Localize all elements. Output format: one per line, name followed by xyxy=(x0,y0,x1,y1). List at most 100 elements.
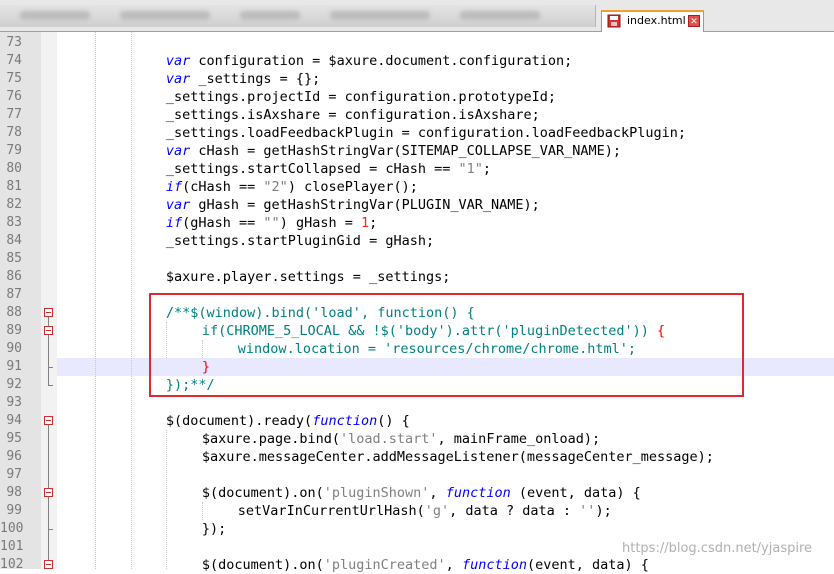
line-number: 85 xyxy=(6,251,22,266)
code-token: , xyxy=(445,557,462,573)
blurred-tabs xyxy=(0,5,596,27)
code-text: $(document).on('pluginShown', function (… xyxy=(202,484,641,502)
code-token: function xyxy=(461,557,527,573)
line-number: 94 xyxy=(6,413,22,428)
code-text: $(document).on('pluginCreated', function… xyxy=(202,556,649,574)
code-token: ; xyxy=(482,161,492,177)
code-line: 74 var configuration = $axure.document.co… xyxy=(0,52,834,70)
code-line: 102 $(document).on('pluginCreated', funct… xyxy=(0,556,834,574)
code-token: function xyxy=(312,413,378,429)
code-token: var xyxy=(165,53,191,69)
line-number: 92 xyxy=(6,377,22,392)
code-text: _settings.isAxshare = configuration.isAx… xyxy=(166,106,540,124)
code-token: _settings.isAxshare = configuration.isAx… xyxy=(165,107,540,123)
code-token: () { xyxy=(377,413,410,429)
code-token: var xyxy=(165,143,191,159)
code-token: cHash = getHashStringVar(SITEMAP_COLLAPS… xyxy=(190,143,622,159)
code-line: 85 xyxy=(0,250,834,268)
code-token: "1" xyxy=(458,161,483,177)
code-token: (gHash == xyxy=(182,215,264,231)
line-number: 102 xyxy=(0,557,24,572)
code-token: ) gHash = xyxy=(279,215,361,231)
code-token: $(document).ready( xyxy=(165,413,313,429)
line-number: 93 xyxy=(6,395,22,410)
code-token: ; xyxy=(369,215,378,231)
code-text: var configuration = $axure.document.conf… xyxy=(166,52,572,70)
tab-index-html[interactable]: index.html ✕ xyxy=(601,10,704,32)
code-token: (event, data) { xyxy=(510,485,641,501)
code-text: setVarInCurrentUrlHash('g', data ? data … xyxy=(238,502,612,520)
code-token: $axure.page.bind( xyxy=(201,431,340,447)
line-number: 84 xyxy=(6,233,22,248)
line-number: 86 xyxy=(6,269,22,284)
code-text: if(cHash == "2") closePlayer(); xyxy=(166,178,418,196)
code-text: $axure.messageCenter.addMessageListener(… xyxy=(202,448,714,466)
code-line: 94 $(document).ready(function() { xyxy=(0,412,834,430)
code-line: 80 _settings.startCollapsed = cHash == "1… xyxy=(0,160,834,178)
code-token: (event, data) { xyxy=(526,557,649,573)
code-token: if xyxy=(165,215,183,231)
code-token: , data ? data : xyxy=(449,503,580,519)
code-token: _settings.startPluginGid = gHash; xyxy=(165,233,435,249)
code-text: _settings.loadFeedbackPlugin = configura… xyxy=(166,124,686,142)
close-tab-icon[interactable]: ✕ xyxy=(688,15,700,27)
code-token: _settings = {}; xyxy=(190,71,321,87)
code-token: ) closePlayer(); xyxy=(287,179,418,195)
code-token: _settings.loadFeedbackPlugin = configura… xyxy=(165,125,687,141)
code-token: , xyxy=(429,485,446,501)
code-text: var _settings = {}; xyxy=(166,70,320,88)
line-number: 96 xyxy=(6,449,22,464)
code-line: 95 $axure.page.bind('load.start', mainFra… xyxy=(0,430,834,448)
code-line: 86 $axure.player.settings = _settings; xyxy=(0,268,834,286)
line-number: 90 xyxy=(6,341,22,356)
code-token: '' xyxy=(579,503,596,519)
code-token: setVarInCurrentUrlHash( xyxy=(237,503,425,519)
code-line: 76 _settings.projectId = configuration.pr… xyxy=(0,88,834,106)
line-number: 74 xyxy=(6,53,22,68)
code-token: "2" xyxy=(263,179,288,195)
code-token: var xyxy=(165,71,191,87)
line-number: 97 xyxy=(6,467,22,482)
code-text: _settings.projectId = configuration.prot… xyxy=(166,88,556,106)
code-text: }); xyxy=(202,520,226,538)
code-token: $axure.messageCenter.addMessageListener(… xyxy=(201,449,714,465)
code-token: }); xyxy=(201,521,227,537)
code-line: 99 setVarInCurrentUrlHash('g', data ? dat… xyxy=(0,502,834,520)
code-token: if xyxy=(165,179,183,195)
code-line: 77 _settings.isAxshare = configuration.is… xyxy=(0,106,834,124)
line-number: 91 xyxy=(6,359,22,374)
code-text: _settings.startCollapsed = cHash == "1"; xyxy=(166,160,491,178)
code-line: 98 $(document).on('pluginShown', function… xyxy=(0,484,834,502)
watermark: https://blog.csdn.net/yjaspire xyxy=(622,541,813,556)
code-text: $axure.page.bind('load.start', mainFrame… xyxy=(202,430,600,448)
code-token: "" xyxy=(263,215,280,231)
code-line: 73 xyxy=(0,34,834,52)
line-number: 88 xyxy=(6,305,22,320)
line-number: 89 xyxy=(6,323,22,338)
line-number: 101 xyxy=(0,539,24,554)
annotation-highlight-box xyxy=(149,293,744,397)
code-token: function xyxy=(445,485,511,501)
code-text: $(document).ready(function() { xyxy=(166,412,410,430)
code-token: var xyxy=(165,197,191,213)
code-text: $axure.player.settings = _settings; xyxy=(166,268,450,286)
line-number: 75 xyxy=(6,71,22,86)
code-token: 'g' xyxy=(424,503,450,519)
line-number: 77 xyxy=(6,107,22,122)
line-number: 98 xyxy=(6,485,22,500)
code-line: 78 _settings.loadFeedbackPlugin = configu… xyxy=(0,124,834,142)
code-token: 'load.start' xyxy=(340,431,438,447)
code-token: gHash = getHashStringVar(PLUGIN_VAR_NAME… xyxy=(190,197,540,213)
code-text: var gHash = getHashStringVar(PLUGIN_VAR_… xyxy=(166,196,540,214)
code-text: if(gHash == "") gHash = 1; xyxy=(166,214,377,232)
code-line: 75 var _settings = {}; xyxy=(0,70,834,88)
line-number: 73 xyxy=(6,35,22,50)
line-number: 81 xyxy=(6,179,22,194)
tab-label: index.html xyxy=(627,14,686,27)
code-token: configuration = $axure.document.configur… xyxy=(190,53,573,69)
code-line: 96 $axure.messageCenter.addMessageListene… xyxy=(0,448,834,466)
tab-bar: index.html ✕ xyxy=(0,0,834,32)
code-token: $(document).on( xyxy=(201,557,324,573)
code-token: $axure.player.settings = _settings; xyxy=(165,269,451,285)
code-token: (cHash == xyxy=(182,179,264,195)
